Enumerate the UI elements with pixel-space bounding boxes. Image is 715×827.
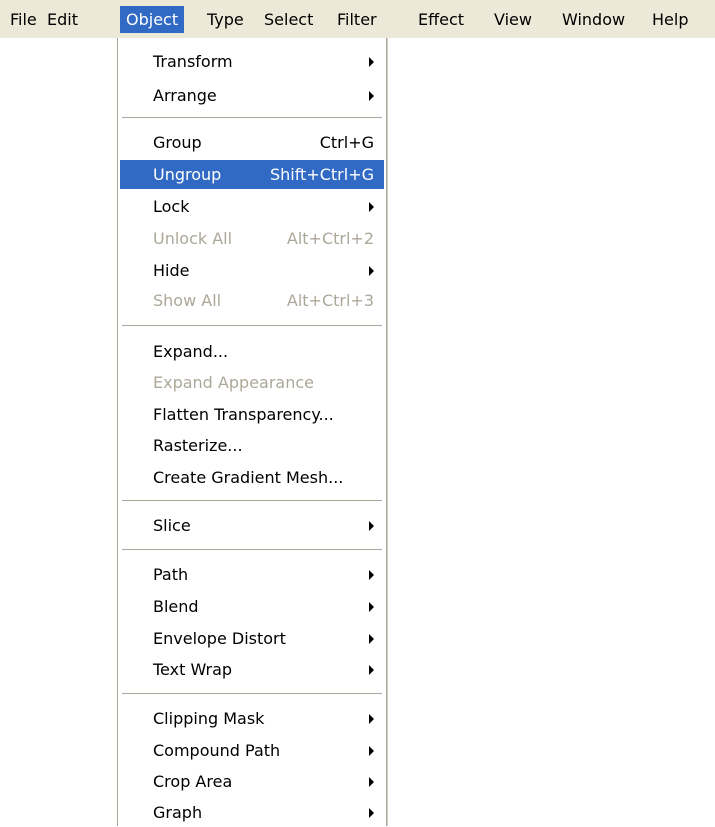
menu-item-shortcut: Alt+Ctrl+2 bbox=[286, 229, 374, 248]
menubar-help[interactable]: Help bbox=[652, 6, 688, 33]
submenu-arrow-icon bbox=[369, 665, 374, 675]
menu-separator bbox=[122, 325, 382, 327]
menu-item-label: Crop Area bbox=[153, 772, 233, 791]
menu-item-label: Blend bbox=[153, 597, 199, 616]
menu-item-label: Ungroup bbox=[153, 165, 222, 184]
menu-item-label: Path bbox=[153, 565, 189, 584]
menu-item-compound-path[interactable]: Compound Path bbox=[118, 736, 386, 765]
menu-item-path[interactable]: Path bbox=[118, 560, 386, 589]
menu-item-label: Unlock All bbox=[153, 229, 233, 248]
menu-item-envelope-distort[interactable]: Envelope Distort bbox=[118, 624, 386, 653]
submenu-arrow-icon bbox=[369, 521, 374, 531]
menu-item-shortcut: Shift+Ctrl+G bbox=[269, 165, 374, 184]
menu-separator bbox=[122, 117, 382, 119]
submenu-arrow-icon bbox=[369, 777, 374, 787]
menu-item-expand[interactable]: Expand... bbox=[118, 337, 386, 366]
submenu-arrow-icon bbox=[369, 570, 374, 580]
menu-item-label: Create Gradient Mesh... bbox=[153, 468, 344, 487]
submenu-arrow-icon bbox=[369, 808, 374, 818]
menu-item-create-gradient-mesh[interactable]: Create Gradient Mesh... bbox=[118, 463, 386, 492]
submenu-arrow-icon bbox=[369, 602, 374, 612]
menu-item-label: Flatten Transparency... bbox=[153, 405, 334, 424]
submenu-arrow-icon bbox=[369, 746, 374, 756]
menu-item-shortcut: Alt+Ctrl+3 bbox=[286, 291, 374, 310]
submenu-arrow-icon bbox=[369, 266, 374, 276]
menu-item-shortcut: Ctrl+G bbox=[319, 133, 374, 152]
menu-item-label: Hide bbox=[153, 261, 190, 280]
menu-item-label: Arrange bbox=[153, 86, 217, 105]
menubar-filter[interactable]: Filter bbox=[337, 6, 377, 33]
menu-item-transform[interactable]: Transform bbox=[118, 47, 386, 76]
menu-item-group[interactable]: Group Ctrl+G bbox=[118, 128, 386, 157]
menu-item-flatten-transparency[interactable]: Flatten Transparency... bbox=[118, 400, 386, 429]
submenu-arrow-icon bbox=[369, 634, 374, 644]
menu-item-blend[interactable]: Blend bbox=[118, 592, 386, 621]
submenu-arrow-icon bbox=[369, 57, 374, 67]
menu-item-slice[interactable]: Slice bbox=[118, 511, 386, 540]
menu-separator bbox=[122, 693, 382, 695]
menu-item-expand-appearance[interactable]: Expand Appearance bbox=[118, 368, 386, 397]
menu-item-label: Show All bbox=[153, 291, 222, 310]
menubar-effect[interactable]: Effect bbox=[418, 6, 464, 33]
menu-item-crop-area[interactable]: Crop Area bbox=[118, 767, 386, 796]
menu-item-label: Expand Appearance bbox=[153, 373, 314, 392]
menu-item-arrange[interactable]: Arrange bbox=[118, 81, 386, 110]
menu-item-rasterize[interactable]: Rasterize... bbox=[118, 431, 386, 460]
menu-item-clipping-mask[interactable]: Clipping Mask bbox=[118, 704, 386, 733]
menu-item-unlock-all[interactable]: Unlock All Alt+Ctrl+2 bbox=[118, 224, 386, 253]
menubar-type[interactable]: Type bbox=[207, 6, 244, 33]
menu-item-text-wrap[interactable]: Text Wrap bbox=[118, 655, 386, 684]
menu-item-show-all[interactable]: Show All Alt+Ctrl+3 bbox=[118, 286, 386, 315]
object-menu-dropdown: Transform Arrange Group Ctrl+G Ungroup S… bbox=[117, 38, 387, 826]
menu-item-label: Group bbox=[153, 133, 202, 152]
menubar-file[interactable]: File bbox=[10, 6, 37, 33]
submenu-arrow-icon bbox=[369, 714, 374, 724]
menubar-view[interactable]: View bbox=[494, 6, 532, 33]
menu-bar: File Edit Object Type Select Filter Effe… bbox=[0, 0, 715, 38]
menubar-select[interactable]: Select bbox=[264, 6, 313, 33]
submenu-arrow-icon bbox=[369, 91, 374, 101]
menu-item-ungroup[interactable]: Ungroup Shift+Ctrl+G bbox=[120, 160, 384, 189]
menu-item-label: Clipping Mask bbox=[153, 709, 265, 728]
menu-separator bbox=[122, 500, 382, 502]
menu-separator bbox=[122, 549, 382, 551]
menu-item-label: Envelope Distort bbox=[153, 629, 286, 648]
menu-item-label: Compound Path bbox=[153, 741, 281, 760]
menubar-window[interactable]: Window bbox=[562, 6, 625, 33]
menubar-object[interactable]: Object bbox=[120, 6, 185, 33]
menu-item-label: Lock bbox=[153, 197, 190, 216]
menu-item-label: Rasterize... bbox=[153, 436, 243, 455]
submenu-arrow-icon bbox=[369, 202, 374, 212]
menu-item-hide[interactable]: Hide bbox=[118, 256, 386, 285]
menu-item-label: Text Wrap bbox=[153, 660, 233, 679]
menu-item-label: Slice bbox=[153, 516, 191, 535]
menu-item-lock[interactable]: Lock bbox=[118, 192, 386, 221]
menubar-edit[interactable]: Edit bbox=[47, 6, 78, 33]
menu-item-label: Transform bbox=[153, 52, 233, 71]
menu-item-label: Expand... bbox=[153, 342, 229, 361]
menu-item-graph[interactable]: Graph bbox=[118, 798, 386, 827]
menu-item-label: Graph bbox=[153, 803, 203, 822]
